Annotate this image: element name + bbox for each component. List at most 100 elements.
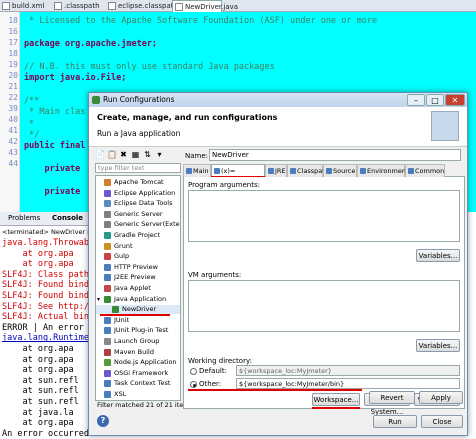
tree-item-label: Task Context Test	[114, 379, 171, 388]
tree-item[interactable]: Generic Server(Extern	[96, 220, 180, 229]
tree-item[interactable]: Eclipse Application	[96, 189, 180, 198]
console-line: at sun.refl	[2, 386, 79, 397]
program-args-textarea[interactable]	[188, 190, 460, 242]
tab-main[interactable]: Main	[183, 164, 211, 177]
line-number: 19	[8, 60, 18, 69]
launch-type-icon	[104, 189, 111, 197]
console-line: SLF4J: Actual bindi	[2, 312, 100, 323]
maximize-button[interactable]: □	[426, 94, 444, 106]
tab-label: Environment	[367, 167, 409, 175]
workspace-button[interactable]: Workspace...	[312, 393, 360, 406]
tree-item[interactable]: Grunt	[96, 242, 180, 251]
other-dir-field[interactable]: ${workspace_loc:MyJmeter/bin}	[236, 378, 460, 389]
tree-item-label: Eclipse Application	[114, 188, 176, 197]
code-line: * Main clas	[24, 107, 86, 118]
tree-item[interactable]: Maven Build	[96, 348, 180, 357]
tree-item[interactable]: OSGi Framework	[96, 369, 180, 378]
apply-button[interactable]: Apply	[419, 391, 463, 404]
tree-item[interactable]: Gulp	[96, 252, 180, 261]
file-icon	[2, 2, 10, 10]
duplicate-icon[interactable]: 📋	[107, 150, 117, 159]
expand-arrow-icon[interactable]: ▾	[97, 295, 100, 304]
editor-tab[interactable]: .classpath	[52, 0, 100, 12]
default-radio[interactable]	[190, 368, 197, 375]
launch-type-icon	[104, 179, 111, 186]
tree-item[interactable]: ▾ Java Application	[96, 295, 180, 304]
tree-item[interactable]: Generic Server	[96, 210, 180, 219]
tree-item[interactable]: NewDriver	[96, 305, 180, 315]
launch-type-icon	[104, 338, 111, 345]
name-field[interactable]: NewDriver	[209, 149, 461, 161]
tree-item[interactable]: HTTP Preview	[96, 263, 180, 272]
tree-item[interactable]: Task Context Test	[96, 379, 180, 388]
line-number: 44	[8, 159, 18, 168]
filter-input[interactable]: type filter text	[95, 163, 181, 173]
console-line: at java.la	[2, 407, 74, 418]
line-number: 18	[8, 16, 18, 25]
tree-item[interactable]: JUnit	[96, 316, 180, 325]
tree-item-label: Node.js Application	[114, 358, 177, 367]
tab-source[interactable]: Source	[323, 164, 357, 177]
filter-icon[interactable]: ⇅	[143, 150, 152, 159]
line-number: 41	[8, 126, 18, 135]
console-line: at org.apa	[2, 259, 74, 270]
dialog-title-bar: Run Configurations – □ ✕	[89, 93, 467, 107]
run-button[interactable]: Run	[373, 415, 417, 428]
console-line: at org.apa	[2, 344, 74, 354]
minimize-button[interactable]: –	[407, 94, 425, 106]
console-line: SLF4J: Found bindi	[2, 280, 95, 291]
tree-item[interactable]: Java Applet	[96, 284, 180, 293]
editor-tab[interactable]: eclipse.classpath	[106, 0, 178, 12]
tree-item[interactable]: Apache Tomcat	[96, 178, 180, 187]
vm-variables-button[interactable]: Variables...	[416, 339, 460, 352]
launch-type-icon	[104, 285, 111, 292]
tree-item[interactable]: Eclipse Data Tools	[96, 199, 180, 208]
tree-item-label: Generic Server(Extern	[114, 220, 181, 229]
tab-jre[interactable]: JRE	[265, 164, 287, 177]
header-subtitle: Run a Java application	[97, 129, 181, 138]
menu-arrow-icon[interactable]: ▾	[155, 150, 164, 159]
line-number: 22	[8, 93, 18, 102]
tree-item[interactable]: J2EE Preview	[96, 273, 180, 282]
console-line: at sun.refl	[2, 397, 79, 407]
new-config-icon[interactable]: 📄	[95, 150, 105, 159]
tree-item-label: JUnit	[114, 315, 130, 324]
tree-item[interactable]: JUnit Plug-in Test	[96, 326, 180, 335]
console-line: ERROR | An error c	[2, 322, 95, 333]
tree-item[interactable]: XSL	[96, 390, 180, 399]
line-number-gutter: 18 16 17 18 19 20 21 22 39 40 41 42 43 44	[0, 12, 20, 212]
tree-item[interactable]: Launch Group	[96, 337, 180, 346]
code-line: * Licensed to the Apache Software Founda…	[24, 16, 378, 26]
line-number: 18	[8, 49, 18, 58]
tree-item[interactable]: Gradle Project	[96, 231, 180, 240]
revert-button[interactable]: Revert	[369, 391, 415, 404]
editor-tab[interactable]: NewDriver.java	[172, 0, 238, 12]
collapse-all-icon[interactable]: ▦	[131, 150, 140, 159]
close-button[interactable]: Close	[421, 415, 463, 428]
tree-item-label: Grunt	[114, 241, 133, 250]
tree-item-label: J2EE Preview	[114, 273, 156, 282]
tab-classpath[interactable]: Classpath	[287, 164, 329, 177]
launch-type-icon	[104, 348, 111, 356]
help-icon[interactable]: ?	[97, 415, 109, 427]
vm-args-textarea[interactable]	[188, 280, 460, 332]
tree-item-label: NewDriver	[122, 305, 157, 314]
config-editor: Name: NewDriver Main(x)= ArgumentsJRECla…	[183, 149, 465, 416]
tab-problems[interactable]: Problems	[8, 214, 40, 222]
launch-type-icon	[104, 200, 111, 208]
console-line: at sun.refl	[2, 375, 79, 386]
working-dir-label: Working directory:	[188, 357, 252, 365]
run-icon	[92, 96, 100, 104]
editor-tab[interactable]: build.xml	[0, 0, 46, 12]
launch-type-icon	[104, 232, 111, 239]
editor-tab-label: eclipse.classpath	[118, 2, 178, 10]
tree-item[interactable]: Node.js Application	[96, 358, 180, 367]
tab-console[interactable]: Console	[52, 214, 83, 222]
other-radio[interactable]	[190, 381, 197, 388]
window-close-button[interactable]: ✕	[445, 94, 465, 106]
program-args-label: Program arguments:	[188, 181, 260, 189]
delete-icon[interactable]: ✖	[119, 150, 128, 159]
tab-common[interactable]: Common	[405, 164, 445, 177]
tab-environment[interactable]: Environment	[357, 164, 409, 177]
program-variables-button[interactable]: Variables...	[416, 249, 460, 262]
